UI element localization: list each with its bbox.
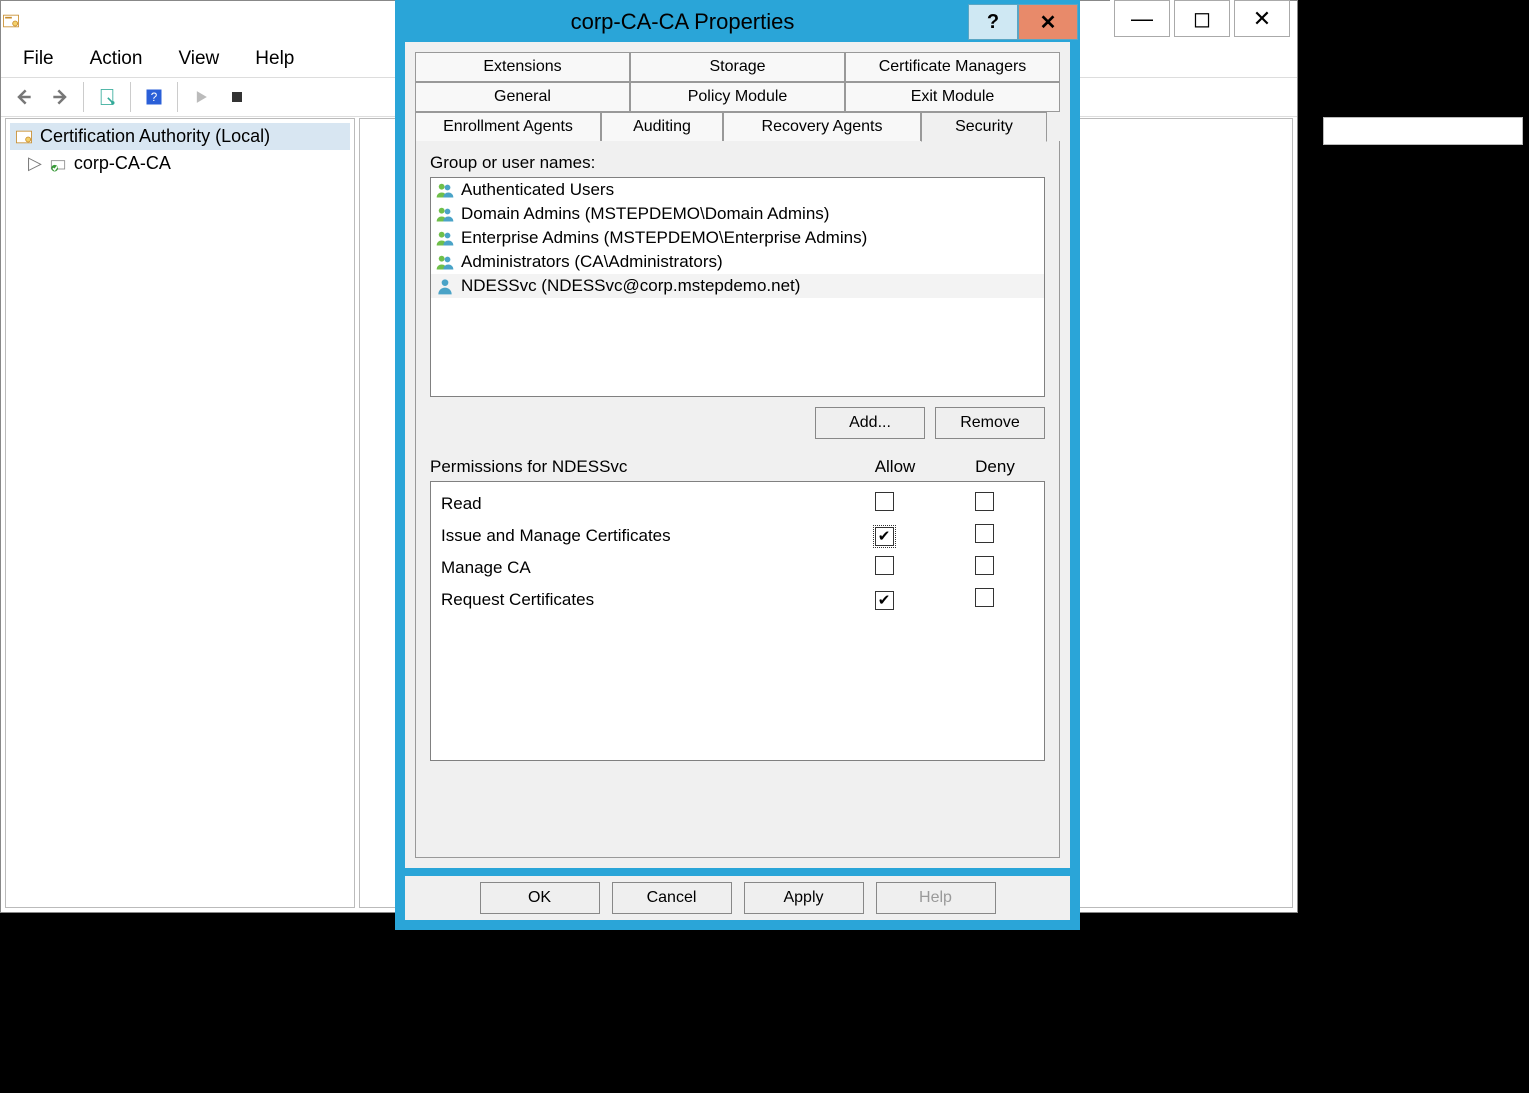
properties-dialog: corp-CA-CA Properties ? ✕ Extensions Sto… xyxy=(395,0,1080,930)
play-icon xyxy=(191,87,211,107)
bg-maximize-button[interactable]: ◻ xyxy=(1174,0,1230,37)
deny-column-label: Deny xyxy=(945,457,1045,477)
permission-row: Manage CA xyxy=(441,552,1034,584)
allow-checkbox[interactable]: ✔ xyxy=(875,527,894,546)
principal-item[interactable]: Domain Admins (MSTEPDEMO\Domain Admins) xyxy=(431,202,1044,226)
play-button[interactable] xyxy=(184,80,218,114)
allow-checkbox[interactable]: ✔ xyxy=(875,591,894,610)
ca-server-icon xyxy=(48,154,68,174)
principal-item[interactable]: Enterprise Admins (MSTEPDEMO\Enterprise … xyxy=(431,226,1044,250)
add-button[interactable]: Add... xyxy=(815,407,925,439)
apply-button[interactable]: Apply xyxy=(744,882,864,914)
tab-general[interactable]: General xyxy=(415,82,630,112)
principal-label: Enterprise Admins (MSTEPDEMO\Enterprise … xyxy=(461,228,867,248)
tree-child[interactable]: ▷ corp-CA-CA xyxy=(10,150,350,177)
permissions-header: Permissions for NDESSvc Allow Deny xyxy=(430,457,1045,477)
svg-text:?: ? xyxy=(151,91,158,104)
deny-checkbox[interactable] xyxy=(975,524,994,543)
deny-checkbox[interactable] xyxy=(975,556,994,575)
permission-row: Request Certificates ✔ xyxy=(441,584,1034,616)
menu-help[interactable]: Help xyxy=(241,44,308,74)
permission-row: Issue and Manage Certificates ✔ xyxy=(441,520,1034,552)
help-icon: ? xyxy=(144,87,164,107)
permission-name: Manage CA xyxy=(441,558,834,578)
group-icon xyxy=(435,228,455,248)
tab-extensions[interactable]: Extensions xyxy=(415,52,630,82)
dialog-titlebar[interactable]: corp-CA-CA Properties ? ✕ xyxy=(397,2,1078,42)
tree-root[interactable]: Certification Authority (Local) xyxy=(10,123,350,150)
tree-root-label: Certification Authority (Local) xyxy=(40,126,270,147)
help-button[interactable]: Help xyxy=(876,882,996,914)
remove-button[interactable]: Remove xyxy=(935,407,1045,439)
permission-row: Read xyxy=(441,488,1034,520)
group-icon xyxy=(435,252,455,272)
dialog-help-button[interactable]: ? xyxy=(968,4,1018,40)
security-tab-panel: Group or user names: Authenticated Users… xyxy=(415,141,1060,858)
dialog-close-button[interactable]: ✕ xyxy=(1018,4,1078,40)
dialog-footer: OK Cancel Apply Help xyxy=(397,876,1078,928)
tree-pane[interactable]: Certification Authority (Local) ▷ corp-C… xyxy=(5,118,355,908)
group-or-user-label: Group or user names: xyxy=(430,153,1045,173)
tab-security[interactable]: Security xyxy=(921,112,1047,142)
permissions-listbox[interactable]: Read Issue and Manage Certificates ✔ Manage… xyxy=(430,481,1045,761)
allow-column-label: Allow xyxy=(845,457,945,477)
dialog-title: corp-CA-CA Properties xyxy=(397,9,968,35)
page-icon xyxy=(97,87,117,107)
principal-label: Authenticated Users xyxy=(461,180,614,200)
nav-forward-button[interactable] xyxy=(43,80,77,114)
deny-checkbox[interactable] xyxy=(975,588,994,607)
tree-child-label: corp-CA-CA xyxy=(74,153,171,174)
tab-exit-module[interactable]: Exit Module xyxy=(845,82,1060,112)
menu-file[interactable]: File xyxy=(9,44,68,74)
tab-policy-module[interactable]: Policy Module xyxy=(630,82,845,112)
principal-label: Domain Admins (MSTEPDEMO\Domain Admins) xyxy=(461,204,829,224)
arrow-right-icon xyxy=(50,87,70,107)
menu-view[interactable]: View xyxy=(164,44,233,74)
cert-authority-icon xyxy=(1,11,21,31)
tab-strip: Extensions Storage Certificate Managers … xyxy=(415,52,1060,142)
principal-item[interactable]: NDESSvc (NDESSvc@corp.mstepdemo.net) xyxy=(431,274,1044,298)
tab-enrollment-agents[interactable]: Enrollment Agents xyxy=(415,112,601,142)
permissions-for-label: Permissions for NDESSvc xyxy=(430,457,845,477)
group-icon xyxy=(435,180,455,200)
group-icon xyxy=(435,204,455,224)
permission-name: Read xyxy=(441,494,834,514)
separator xyxy=(177,82,178,112)
stop-button[interactable] xyxy=(220,80,254,114)
arrow-left-icon xyxy=(14,87,34,107)
help-button[interactable]: ? xyxy=(137,80,171,114)
cert-authority-icon xyxy=(14,127,34,147)
principal-label: Administrators (CA\Administrators) xyxy=(461,252,723,272)
tab-certificate-managers[interactable]: Certificate Managers xyxy=(845,52,1060,82)
tab-storage[interactable]: Storage xyxy=(630,52,845,82)
bg-minimize-button[interactable]: — xyxy=(1114,0,1170,37)
background-window-controls: — ◻ ✕ xyxy=(1110,0,1290,40)
principal-label: NDESSvc (NDESSvc@corp.mstepdemo.net) xyxy=(461,276,800,296)
bg-close-button[interactable]: ✕ xyxy=(1234,0,1290,37)
principal-item[interactable]: Administrators (CA\Administrators) xyxy=(431,250,1044,274)
permission-name: Issue and Manage Certificates xyxy=(441,526,834,546)
dialog-body: Extensions Storage Certificate Managers … xyxy=(397,42,1078,876)
properties-button[interactable] xyxy=(90,80,124,114)
principals-listbox[interactable]: Authenticated Users Domain Admins (MSTEPD… xyxy=(430,177,1045,397)
deny-checkbox[interactable] xyxy=(975,492,994,511)
tab-auditing[interactable]: Auditing xyxy=(601,112,723,142)
menu-action[interactable]: Action xyxy=(76,44,157,74)
principal-item[interactable]: Authenticated Users xyxy=(431,178,1044,202)
allow-checkbox[interactable] xyxy=(875,492,894,511)
actions-pane-sliver xyxy=(1323,117,1523,145)
tree-expander-icon[interactable]: ▷ xyxy=(28,153,42,174)
separator xyxy=(130,82,131,112)
cancel-button[interactable]: Cancel xyxy=(612,882,732,914)
permission-name: Request Certificates xyxy=(441,590,834,610)
tab-recovery-agents[interactable]: Recovery Agents xyxy=(723,112,921,142)
ok-button[interactable]: OK xyxy=(480,882,600,914)
nav-back-button[interactable] xyxy=(7,80,41,114)
user-icon xyxy=(435,276,455,296)
stop-icon xyxy=(227,87,247,107)
allow-checkbox[interactable] xyxy=(875,556,894,575)
separator xyxy=(83,82,84,112)
